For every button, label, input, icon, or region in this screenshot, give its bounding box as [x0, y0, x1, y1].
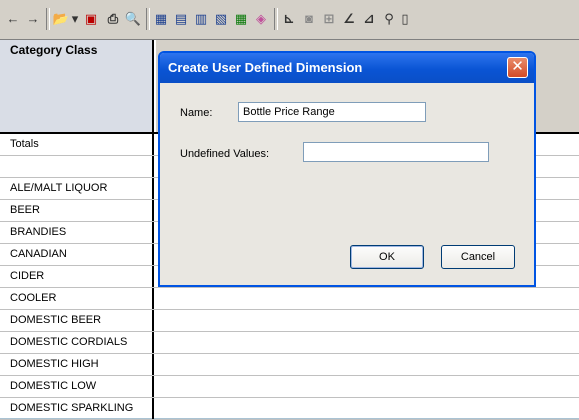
row-label: COOLER	[0, 288, 154, 309]
row-label: Totals	[0, 134, 154, 155]
more-icon[interactable]: ▯	[400, 11, 410, 27]
insert-row-icon[interactable]: ▥	[192, 11, 210, 27]
row-label: CIDER	[0, 266, 154, 287]
print-icon[interactable]: ⎙	[104, 11, 122, 27]
table-row[interactable]: DOMESTIC LOW	[0, 376, 579, 398]
row-label	[0, 156, 154, 177]
find-binoculars-icon[interactable]: ⚲	[380, 11, 398, 27]
table-row[interactable]: DOMESTIC SPARKLING	[0, 398, 579, 420]
table-row[interactable]: COOLER	[0, 288, 579, 310]
chart-axis-icon[interactable]: ⊾	[280, 11, 298, 27]
camera-icon[interactable]: ◙	[300, 11, 318, 27]
cancel-button[interactable]: Cancel	[441, 245, 515, 269]
dialog-title-bar[interactable]: Create User Defined Dimension ✕	[160, 53, 534, 83]
ok-button[interactable]: OK	[350, 245, 424, 269]
toolbar-separator	[46, 8, 50, 30]
row-label: BEER	[0, 200, 154, 221]
back-arrow-icon[interactable]: ←	[4, 11, 22, 27]
save-icon[interactable]: ▣	[82, 11, 100, 27]
row-label: CANADIAN	[0, 244, 154, 265]
insert-column-icon[interactable]: ▧	[212, 11, 230, 27]
grid-icon[interactable]: ▦	[152, 11, 170, 27]
close-icon[interactable]: ✕	[507, 57, 528, 78]
area-chart-icon[interactable]: ⊿	[360, 11, 378, 27]
dropdown-arrow-icon[interactable]: ▾	[70, 11, 80, 27]
undefined-values-label: Undefined Values:	[180, 148, 270, 160]
spreadsheet-icon[interactable]: ▦	[232, 11, 250, 27]
row-label: DOMESTIC BEER	[0, 310, 154, 331]
row-label: DOMESTIC LOW	[0, 376, 154, 397]
row-label: DOMESTIC SPARKLING	[0, 398, 154, 419]
row-label: BRANDIES	[0, 222, 154, 243]
colors-icon[interactable]: ◈	[252, 11, 270, 27]
table-row[interactable]: DOMESTIC BEER	[0, 310, 579, 332]
table-row[interactable]: DOMESTIC HIGH	[0, 354, 579, 376]
name-label: Name:	[180, 107, 213, 119]
row-label: DOMESTIC HIGH	[0, 354, 154, 375]
category-class-header[interactable]: Category Class	[0, 40, 154, 132]
forward-arrow-icon[interactable]: →	[24, 11, 42, 27]
open-folder-icon[interactable]: 📂	[52, 11, 70, 27]
dialog-title: Create User Defined Dimension	[168, 60, 363, 75]
toolbar-separator	[146, 8, 150, 30]
create-dimension-dialog: Create User Defined Dimension ✕ Name: Bo…	[158, 51, 536, 287]
category-class-header-label: Category Class	[10, 43, 98, 57]
line-chart-icon[interactable]: ∠	[340, 11, 358, 27]
row-label: ALE/MALT LIQUOR	[0, 178, 154, 199]
tree-icon[interactable]: ⊞	[320, 11, 338, 27]
table-row[interactable]: DOMESTIC CORDIALS	[0, 332, 579, 354]
print-preview-icon[interactable]: 🔍	[124, 11, 142, 27]
row-label: DOMESTIC CORDIALS	[0, 332, 154, 353]
toolbar-separator	[274, 8, 278, 30]
toolbar: ← → 📂 ▾ ▣ ⎙ 🔍 ▦ ▤ ▥ ▧ ▦ ◈ ⊾ ◙ ⊞ ∠ ⊿ ⚲ ▯	[0, 0, 579, 40]
name-field[interactable]: Bottle Price Range	[238, 102, 426, 122]
table-icon[interactable]: ▤	[172, 11, 190, 27]
undefined-values-field[interactable]	[303, 142, 489, 162]
